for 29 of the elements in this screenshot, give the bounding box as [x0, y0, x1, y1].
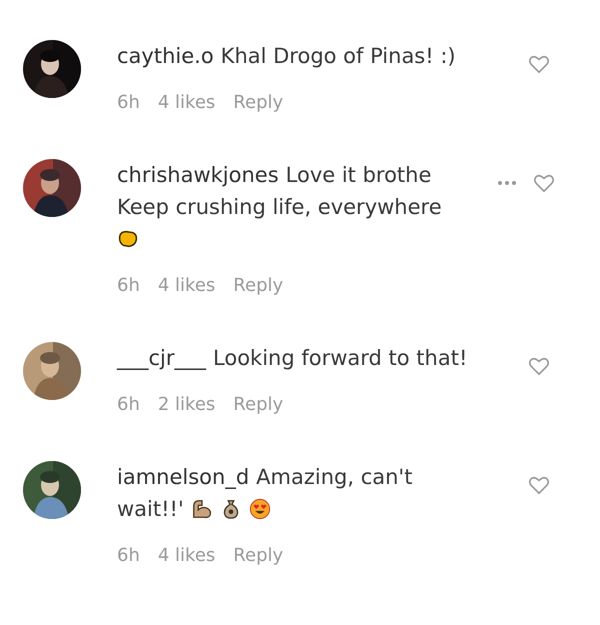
reply-link[interactable]: Reply [233, 92, 284, 113]
comment-text: wait!!' [117, 497, 184, 521]
username-link[interactable]: iamnelson_d [117, 465, 250, 489]
username-link[interactable]: chrishawkjones [117, 163, 279, 187]
more-options-icon[interactable] [497, 180, 517, 186]
heart-eyes-emoji-icon [248, 498, 271, 520]
username-link[interactable]: ___cjr___ [117, 346, 206, 370]
likes-count[interactable]: 4 likes [158, 545, 216, 566]
likes-count[interactable]: 4 likes [158, 92, 216, 113]
reply-link[interactable]: Reply [233, 275, 284, 296]
like-heart-icon[interactable] [528, 54, 550, 74]
reply-link[interactable]: Reply [233, 394, 284, 415]
username-link[interactable]: caythie.o [117, 44, 214, 68]
comment-time: 6h [117, 394, 140, 415]
comment-text: Love it brothe [286, 163, 432, 187]
like-heart-icon[interactable] [528, 356, 550, 376]
comment-text: Keep crushing life, everywhere [117, 195, 442, 219]
comment-text: Amazing, can't [256, 465, 412, 489]
likes-count[interactable]: 2 likes [158, 394, 216, 415]
flexed-arm-emoji-icon [190, 498, 213, 520]
comment-text: Khal Drogo of Pinas! :) [220, 44, 456, 68]
comment-time: 6h [117, 545, 140, 566]
comment-time: 6h [117, 275, 140, 296]
comment-text: Looking forward to that! [213, 346, 468, 370]
likes-count[interactable]: 4 likes [158, 275, 216, 296]
like-heart-icon[interactable] [533, 173, 555, 193]
like-heart-icon[interactable] [528, 475, 550, 495]
comment-time: 6h [117, 92, 140, 113]
reply-link[interactable]: Reply [233, 545, 284, 566]
